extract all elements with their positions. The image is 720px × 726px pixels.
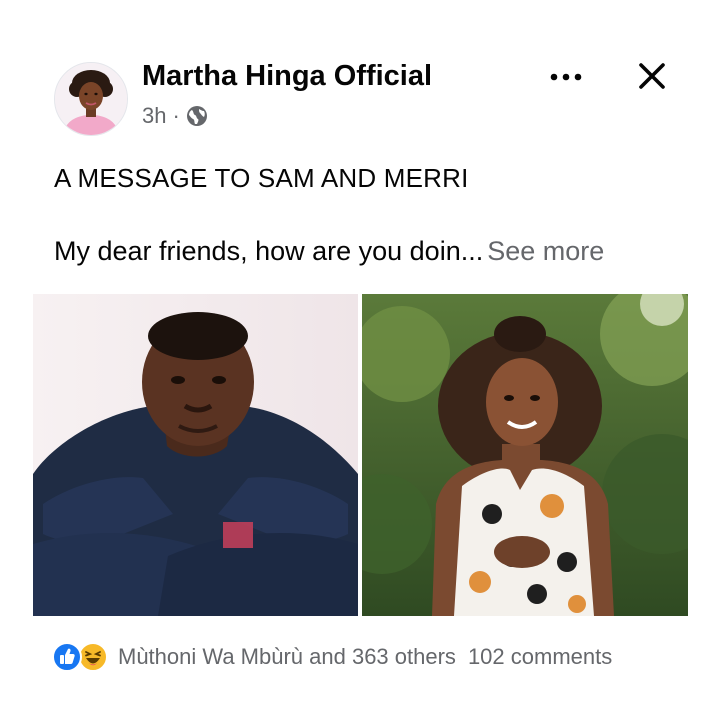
see-more-link[interactable]: See more: [487, 236, 604, 266]
haha-icon: [78, 642, 108, 672]
avatar-illustration: [55, 63, 127, 135]
post-photo-woman[interactable]: [362, 294, 688, 616]
post-meta: 3h ·: [142, 103, 208, 129]
close-button[interactable]: [632, 56, 672, 96]
photo-woman-illustration: [362, 294, 688, 616]
post-photo-man[interactable]: [33, 294, 358, 616]
like-icon: [52, 642, 82, 672]
reactions-bar: Mùthoni Wa Mbùrù and 363 others 102 comm…: [52, 640, 692, 674]
post-excerpt-text: My dear friends, how are you doin...: [54, 236, 484, 266]
post-header: Martha Hinga Official 3h ·: [0, 0, 720, 150]
reaction-icons[interactable]: [52, 641, 114, 673]
post-title: A MESSAGE TO SAM AND MERRI: [54, 163, 469, 193]
comments-count[interactable]: 102 comments: [468, 644, 612, 670]
globe-icon[interactable]: [186, 105, 208, 127]
post-excerpt: My dear friends, how are you doin... See …: [54, 236, 604, 267]
meta-separator: ·: [172, 103, 180, 128]
author-avatar[interactable]: [54, 62, 128, 136]
photo-man-illustration: [33, 294, 358, 616]
reactors-summary[interactable]: Mùthoni Wa Mbùrù and 363 others: [118, 644, 456, 670]
close-icon: [639, 63, 665, 89]
post-time[interactable]: 3h: [142, 103, 166, 129]
author-name[interactable]: Martha Hinga Official: [142, 60, 432, 93]
more-options-button[interactable]: [546, 62, 586, 92]
ellipsis-icon: [550, 73, 582, 81]
